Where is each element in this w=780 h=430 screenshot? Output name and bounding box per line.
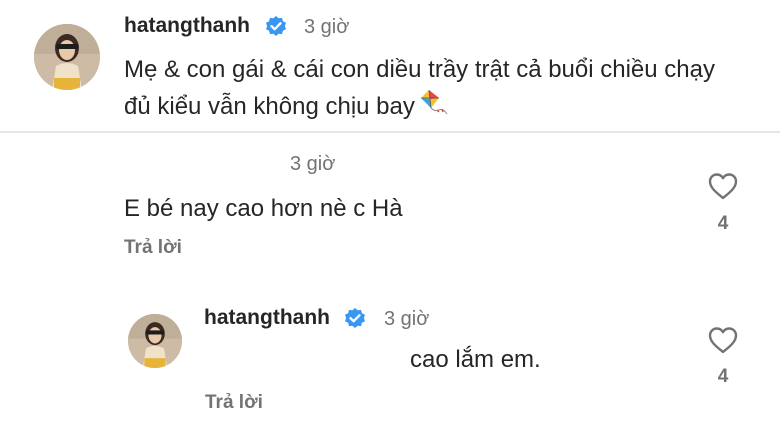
comment-text: cao lắm em. xyxy=(410,346,541,373)
timestamp: 3 giờ xyxy=(290,153,336,175)
reply-button[interactable]: Trả lời xyxy=(124,237,182,259)
verified-badge-icon xyxy=(266,16,286,36)
like-heart-icon[interactable] xyxy=(707,171,739,201)
avatar-photo xyxy=(128,314,182,368)
avatar[interactable] xyxy=(128,314,182,368)
caption-text: Mẹ & con gái & cái con diều trầy trật cả… xyxy=(124,52,724,125)
like-count: 4 xyxy=(717,213,729,234)
comment-text: E bé nay cao hơn nè c Hà xyxy=(124,195,403,222)
comment: 3 giờ E bé nay cao hơn nè c Hà Trả lời 4 xyxy=(0,133,780,273)
timestamp: 3 giờ xyxy=(384,308,430,330)
avatar-photo xyxy=(34,24,100,90)
verified-badge-icon xyxy=(345,308,365,328)
reply-button[interactable]: Trả lời xyxy=(205,392,263,414)
username[interactable]: hatangthanh xyxy=(204,306,330,330)
username[interactable]: hatangthanh xyxy=(124,14,250,38)
like-heart-icon[interactable] xyxy=(707,325,739,355)
timestamp: 3 giờ xyxy=(304,16,350,38)
like-count: 4 xyxy=(717,366,729,387)
caption: hatangthanh 3 giờ Mẹ & con gái & cái con… xyxy=(0,0,780,132)
reply-comment: hatangthanh 3 giờ cao lắm em. Trả lời 4 xyxy=(0,290,780,430)
kite-icon xyxy=(420,89,448,115)
avatar[interactable] xyxy=(34,24,100,90)
